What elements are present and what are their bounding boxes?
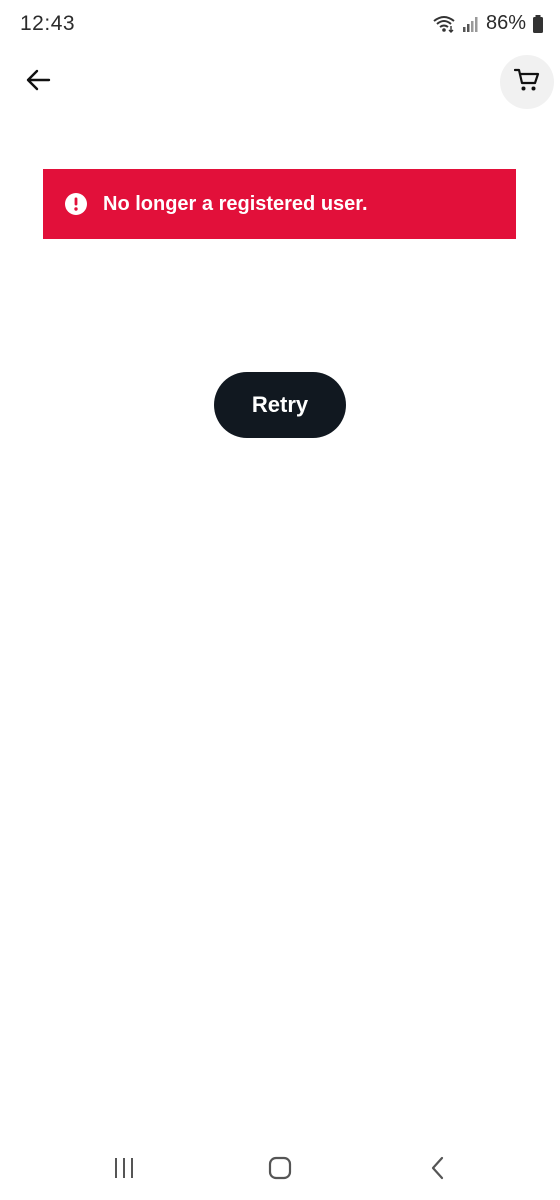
back-chevron-icon <box>428 1156 448 1185</box>
error-banner: No longer a registered user. <box>43 169 516 239</box>
system-back-button[interactable] <box>418 1150 458 1190</box>
wifi-icon <box>432 14 456 34</box>
shopping-cart-icon <box>513 68 540 97</box>
alert-circle-icon <box>65 193 87 215</box>
battery-icon <box>532 14 544 34</box>
recents-button[interactable] <box>104 1150 144 1190</box>
signal-icon <box>462 15 480 33</box>
battery-percent: 86% <box>485 12 526 34</box>
retry-button[interactable]: Retry <box>214 372 346 438</box>
home-icon <box>268 1156 292 1185</box>
status-icons: 86% <box>432 12 544 35</box>
navigation-bar <box>0 1140 560 1200</box>
back-button[interactable] <box>18 62 58 102</box>
status-bar: 12:43 86% <box>0 0 560 50</box>
error-message: No longer a registered user. <box>103 192 368 215</box>
status-time: 12:43 <box>20 12 76 35</box>
recents-icon <box>112 1157 136 1184</box>
cart-button[interactable] <box>500 55 554 109</box>
arrow-left-icon <box>25 68 51 97</box>
home-button[interactable] <box>260 1150 300 1190</box>
